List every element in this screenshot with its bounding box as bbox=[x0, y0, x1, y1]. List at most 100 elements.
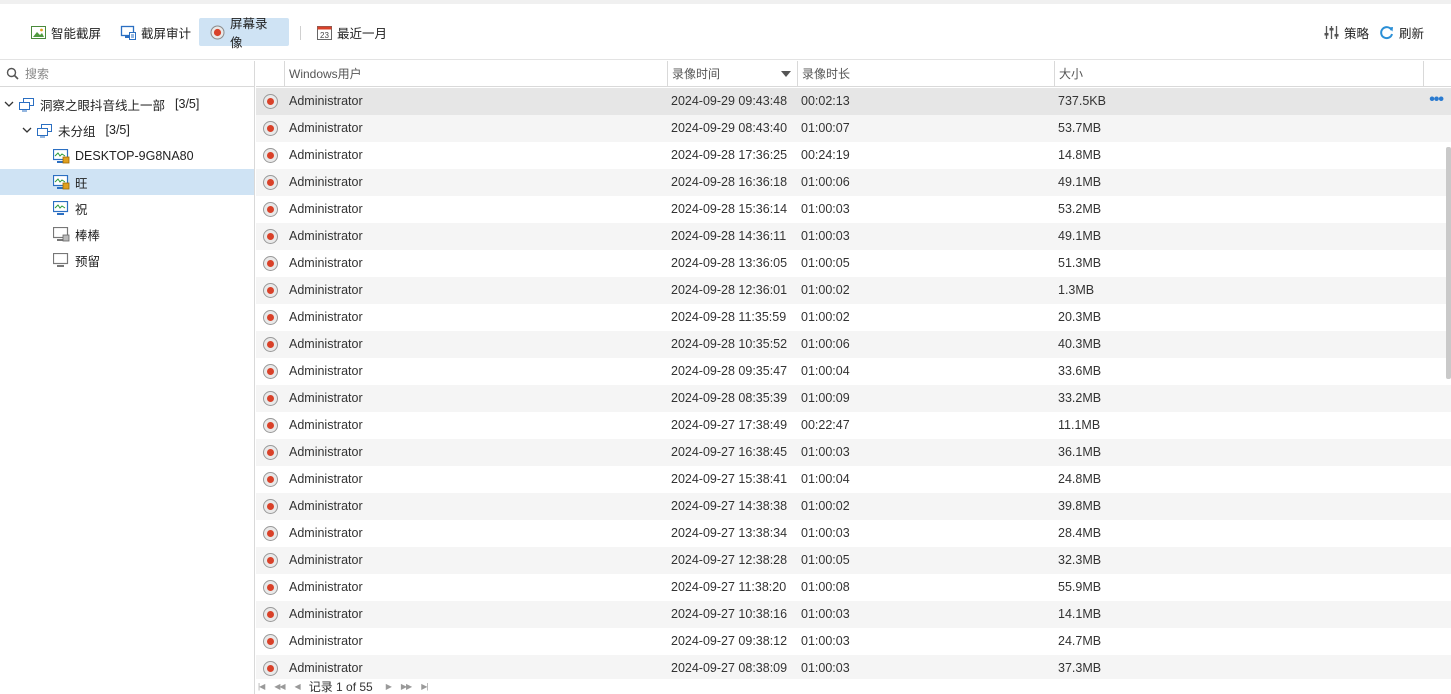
cell-record-time: 2024-09-29 09:43:48 bbox=[671, 94, 788, 108]
vertical-scrollbar[interactable] bbox=[1446, 147, 1451, 379]
image-icon bbox=[30, 24, 47, 41]
next-page-icon[interactable]: ▶ bbox=[386, 682, 392, 691]
monitor-audit-icon bbox=[120, 24, 137, 41]
screenshot-audit-label: 截屏审计 bbox=[141, 26, 192, 41]
chevron-down-icon[interactable] bbox=[21, 124, 33, 136]
column-header-record-time-label: 录像时间 bbox=[672, 67, 721, 81]
table-row[interactable]: Administrator 2024-09-27 11:38:20 01:00:08… bbox=[256, 574, 1451, 601]
column-header-size[interactable]: 大小 bbox=[1054, 61, 1423, 87]
table-row[interactable]: Administrator 2024-09-29 09:43:48 00:02:13… bbox=[256, 88, 1451, 115]
column-header-empty bbox=[1423, 61, 1451, 87]
table-row[interactable]: Administrator 2024-09-28 14:36:11 01:00:03… bbox=[256, 223, 1451, 250]
cell-duration: 01:00:06 bbox=[801, 337, 850, 351]
last-month-label: 最近一月 bbox=[337, 26, 388, 41]
smart-screenshot-button[interactable]: 智能截屏 bbox=[20, 18, 111, 46]
offline-computer-icon bbox=[52, 252, 70, 268]
cell-record-time: 2024-09-27 17:38:49 bbox=[671, 418, 788, 432]
screenshot-audit-button[interactable]: 截屏审计 bbox=[110, 18, 201, 46]
cell-size: 51.3MB bbox=[1058, 256, 1102, 270]
tree-root-count: [3/5] bbox=[175, 97, 200, 111]
table-row[interactable]: Administrator 2024-09-27 13:38:34 01:00:03… bbox=[256, 520, 1451, 547]
last-page-icon[interactable]: ▶| bbox=[421, 682, 428, 691]
record-icon bbox=[263, 202, 278, 217]
table-row[interactable]: Administrator 2024-09-27 08:38:09 01:00:03… bbox=[256, 655, 1451, 679]
tree-computer-label: 预留 bbox=[75, 254, 101, 269]
online-locked-computer-icon bbox=[52, 174, 70, 190]
cell-windows-user: Administrator bbox=[289, 634, 363, 648]
tree-computer-item[interactable]: 棒棒 bbox=[0, 221, 254, 247]
tree-computer-item[interactable]: 祝 bbox=[0, 195, 254, 221]
search-input[interactable] bbox=[25, 66, 245, 81]
record-icon bbox=[263, 607, 278, 622]
tree-computer-label: 旺 bbox=[75, 176, 88, 191]
tree-group-node[interactable]: 未分组 [3/5] bbox=[0, 117, 254, 143]
search-icon bbox=[6, 67, 19, 80]
cell-duration: 00:22:47 bbox=[801, 418, 850, 432]
cell-record-time: 2024-09-27 10:38:16 bbox=[671, 607, 788, 621]
table-row[interactable]: Administrator 2024-09-27 17:38:49 00:22:47… bbox=[256, 412, 1451, 439]
cell-record-time: 2024-09-28 15:36:14 bbox=[671, 202, 788, 216]
table-row[interactable]: Administrator 2024-09-28 10:35:52 01:00:06… bbox=[256, 331, 1451, 358]
cell-duration: 01:00:03 bbox=[801, 607, 850, 621]
table-row[interactable]: Administrator 2024-09-28 12:36:01 01:00:02… bbox=[256, 277, 1451, 304]
screen-recording-button[interactable]: 屏幕录像 bbox=[199, 17, 289, 50]
next-page-group-icon[interactable]: ▶▶ bbox=[401, 682, 412, 691]
cell-record-time: 2024-09-27 15:38:41 bbox=[671, 472, 788, 486]
cell-duration: 01:00:07 bbox=[801, 121, 850, 135]
cell-windows-user: Administrator bbox=[289, 283, 363, 297]
record-icon bbox=[263, 661, 278, 676]
prev-page-group-icon[interactable]: ◀◀ bbox=[274, 682, 285, 691]
pager: |◀ ◀◀ ◀ 记录 1 of 55 ▶ ▶▶ ▶| bbox=[256, 679, 1451, 694]
tree-root-node[interactable]: 洞察之眼抖音线上一部 [3/5] bbox=[0, 91, 254, 117]
record-icon bbox=[263, 229, 278, 244]
record-icon bbox=[263, 553, 278, 568]
table-row[interactable]: Administrator 2024-09-28 15:36:14 01:00:03… bbox=[256, 196, 1451, 223]
table-row[interactable]: Administrator 2024-09-27 12:38:28 01:00:05… bbox=[256, 547, 1451, 574]
tree-root-label: 洞察之眼抖音线上一部 bbox=[40, 98, 166, 113]
tree-computer-item[interactable]: 预留 bbox=[0, 247, 254, 273]
table-row[interactable]: Administrator 2024-09-29 08:43:40 01:00:07… bbox=[256, 115, 1451, 142]
cell-size: 20.3MB bbox=[1058, 310, 1102, 324]
column-header-record-time[interactable]: 录像时间 bbox=[667, 61, 797, 87]
tree-computer-item-selected[interactable]: 旺 bbox=[0, 169, 254, 195]
screen-recording-label: 屏幕录像 bbox=[230, 17, 268, 50]
table-row[interactable]: Administrator 2024-09-27 14:38:38 01:00:02… bbox=[256, 493, 1451, 520]
cell-record-time: 2024-09-28 08:35:39 bbox=[671, 391, 788, 405]
table-row[interactable]: Administrator 2024-09-27 10:38:16 01:00:03… bbox=[256, 601, 1451, 628]
cell-duration: 01:00:03 bbox=[801, 526, 850, 540]
table-row[interactable]: Administrator 2024-09-27 16:38:45 01:00:03… bbox=[256, 439, 1451, 466]
record-icon bbox=[263, 337, 278, 352]
prev-page-icon[interactable]: ◀ bbox=[295, 682, 301, 691]
column-header-duration[interactable]: 录像时长 bbox=[797, 61, 1054, 87]
cell-windows-user: Administrator bbox=[289, 418, 363, 432]
table-row[interactable]: Administrator 2024-09-28 11:35:59 01:00:02… bbox=[256, 304, 1451, 331]
table-row[interactable]: Administrator 2024-09-28 13:36:05 01:00:05… bbox=[256, 250, 1451, 277]
last-month-button[interactable]: 23 最近一月 bbox=[306, 18, 397, 46]
cell-windows-user: Administrator bbox=[289, 580, 363, 594]
table-row[interactable]: Administrator 2024-09-27 15:38:41 01:00:04… bbox=[256, 466, 1451, 493]
column-header-windows-user[interactable]: Windows用户 bbox=[284, 61, 667, 87]
table-row[interactable]: Administrator 2024-09-28 09:35:47 01:00:04… bbox=[256, 358, 1451, 385]
cell-record-time: 2024-09-28 12:36:01 bbox=[671, 283, 788, 297]
cell-size: 36.1MB bbox=[1058, 445, 1102, 459]
more-options-icon[interactable]: ••• bbox=[1429, 92, 1444, 108]
cell-record-time: 2024-09-27 16:38:45 bbox=[671, 445, 788, 459]
online-locked-computer-icon bbox=[52, 148, 70, 164]
refresh-button[interactable]: 刷新 bbox=[1368, 18, 1434, 46]
cell-size: 37.3MB bbox=[1058, 661, 1102, 675]
cell-windows-user: Administrator bbox=[289, 391, 363, 405]
table-row[interactable]: Administrator 2024-09-28 17:36:25 00:24:19… bbox=[256, 142, 1451, 169]
cell-duration: 01:00:03 bbox=[801, 229, 850, 243]
table-row[interactable]: Administrator 2024-09-27 09:38:12 01:00:03… bbox=[256, 628, 1451, 655]
record-icon bbox=[263, 580, 278, 595]
cell-record-time: 2024-09-27 11:38:20 bbox=[671, 580, 787, 594]
tree-computer-item[interactable]: DESKTOP-9G8NA80 bbox=[0, 143, 254, 169]
table-row[interactable]: Administrator 2024-09-28 16:36:18 01:00:06… bbox=[256, 169, 1451, 196]
cell-windows-user: Administrator bbox=[289, 256, 363, 270]
chevron-down-icon[interactable] bbox=[3, 98, 15, 110]
cell-windows-user: Administrator bbox=[289, 472, 363, 486]
cell-duration: 01:00:03 bbox=[801, 202, 850, 216]
cell-size: 53.2MB bbox=[1058, 202, 1102, 216]
table-row[interactable]: Administrator 2024-09-28 08:35:39 01:00:09… bbox=[256, 385, 1451, 412]
first-page-icon[interactable]: |◀ bbox=[258, 682, 265, 691]
